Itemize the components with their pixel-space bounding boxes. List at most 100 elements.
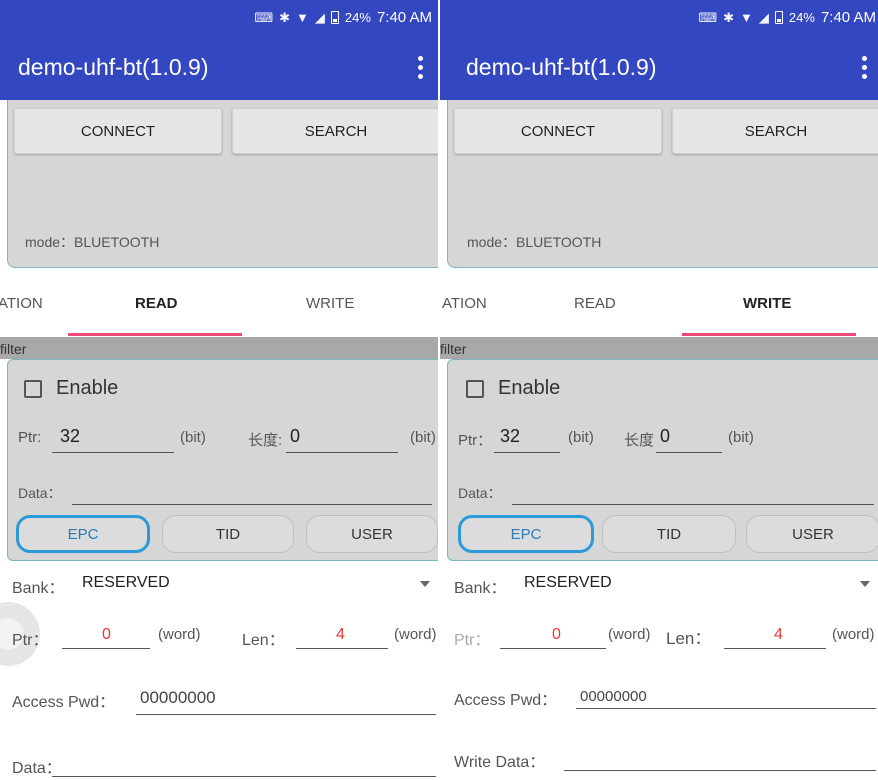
filter-data-input[interactable] — [512, 504, 874, 505]
access-pwd-underline — [576, 708, 876, 709]
overflow-menu-icon[interactable] — [410, 52, 430, 82]
bank-spinner[interactable]: Bank： RESERVED — [0, 565, 440, 603]
write-data-input[interactable] — [564, 770, 876, 771]
filter-data-label: Data： — [18, 485, 62, 501]
enable-checkbox[interactable] — [466, 380, 484, 398]
tab-write[interactable]: WRITE — [743, 295, 791, 312]
write-len-unit: (word) — [832, 626, 875, 643]
bank-tid-button[interactable]: TID — [162, 515, 294, 553]
tab-read[interactable]: READ — [574, 295, 616, 312]
filter-ptr-input[interactable]: 32 — [500, 426, 520, 447]
dropdown-arrow-icon — [420, 581, 430, 587]
signal-icon: ◢ — [758, 9, 769, 25]
tab-indicator — [682, 333, 856, 336]
filter-len-label: 长度: — [248, 432, 283, 449]
filter-len-unit: (bit) — [410, 429, 436, 446]
write-len-label: Len： — [666, 629, 712, 648]
wifi-icon: ▼ — [740, 10, 753, 25]
battery-percent: 24% — [344, 10, 371, 25]
bank-epc-button[interactable]: EPC — [16, 515, 150, 553]
read-ptr-underline — [62, 648, 150, 649]
access-pwd-label: Access Pwd： — [454, 692, 558, 709]
tab-operation[interactable]: ATION — [442, 295, 487, 312]
overflow-menu-icon[interactable] — [854, 52, 874, 82]
wifi-icon: ▼ — [296, 10, 309, 25]
filter-data-label: Data： — [458, 485, 502, 501]
filter-len-underline — [286, 452, 398, 453]
enable-label: Enable — [498, 377, 561, 399]
app-title: demo-uhf-bt(1.0.9) — [18, 54, 209, 80]
mode-text: mode：BLUETOOTH — [25, 234, 160, 250]
tab-bar: ATION READ WRITE — [0, 270, 440, 336]
write-ptr-label: Ptr： — [454, 632, 491, 649]
filter-ptr-unit: (bit) — [180, 429, 206, 446]
bluetooth-icon: ✱ — [279, 9, 291, 25]
mode-text: mode：BLUETOOTH — [467, 234, 602, 250]
write-ptr-input[interactable]: 0 — [552, 626, 561, 644]
bluetooth-icon: ✱ — [723, 9, 735, 25]
filter-panel: Enable Ptr: 32 (bit) 长度: 0 (bit) Data： E… — [7, 359, 440, 561]
filter-header: filter — [0, 337, 440, 359]
bank-epc-button[interactable]: EPC — [458, 515, 594, 553]
read-screen: ⌨ ✱ ▼ ◢ 24% 7:40 AM demo-uhf-bt(1.0.9) C… — [0, 0, 440, 780]
tab-indicator — [68, 333, 242, 336]
write-ptr-underline — [500, 648, 606, 649]
app-bar: demo-uhf-bt(1.0.9) — [0, 36, 440, 100]
read-len-label: Len： — [242, 632, 285, 649]
access-pwd-underline — [136, 714, 436, 715]
filter-label: filter — [0, 341, 27, 357]
read-len-unit: (word) — [394, 626, 437, 643]
write-len-input[interactable]: 4 — [774, 626, 783, 644]
enable-checkbox[interactable] — [24, 380, 42, 398]
read-len-input[interactable]: 4 — [336, 626, 345, 644]
read-len-underline — [296, 648, 388, 649]
filter-ptr-underline — [494, 452, 560, 453]
status-bar: ⌨ ✱ ▼ ◢ 24% 7:40 AM — [440, 0, 878, 36]
read-ptr-unit: (word) — [158, 626, 201, 643]
write-data-label: Write Data： — [454, 754, 546, 771]
bank-value: RESERVED — [82, 574, 170, 591]
tab-operation[interactable]: ATION — [0, 295, 43, 312]
bank-label: Bank： — [454, 580, 507, 597]
keyboard-icon: ⌨ — [698, 9, 718, 25]
write-screen: ⌨ ✱ ▼ ◢ 24% 7:40 AM demo-uhf-bt(1.0.9) C… — [440, 0, 878, 780]
filter-len-underline — [656, 452, 722, 453]
search-button[interactable]: SEARCH — [232, 108, 440, 154]
connection-panel: CONNECT SEARCH mode：BLUETOOTH — [447, 100, 878, 268]
search-button[interactable]: SEARCH — [672, 108, 878, 154]
filter-len-label: 长度 — [624, 432, 655, 449]
clock: 7:40 AM — [376, 9, 432, 26]
filter-ptr-label: Ptr: — [18, 429, 42, 446]
connect-button[interactable]: CONNECT — [454, 108, 662, 154]
bank-spinner[interactable]: Bank： RESERVED — [440, 565, 878, 603]
tab-write[interactable]: WRITE — [306, 295, 354, 312]
write-len-underline — [724, 648, 826, 649]
filter-len-input[interactable]: 0 — [290, 426, 300, 447]
app-title: demo-uhf-bt(1.0.9) — [466, 54, 657, 80]
read-data-input[interactable] — [52, 776, 436, 777]
bank-user-button[interactable]: USER — [306, 515, 438, 553]
filter-ptr-input[interactable]: 32 — [60, 426, 80, 447]
read-ptr-input[interactable]: 0 — [102, 626, 111, 644]
filter-data-input[interactable] — [72, 504, 432, 505]
tab-read[interactable]: READ — [135, 295, 178, 312]
filter-header: filter — [440, 337, 878, 359]
battery-icon — [774, 11, 783, 24]
filter-len-unit: (bit) — [728, 429, 754, 446]
filter-len-input[interactable]: 0 — [660, 426, 670, 447]
screen-divider — [438, 0, 440, 780]
connect-button[interactable]: CONNECT — [14, 108, 222, 154]
access-pwd-input[interactable]: 00000000 — [580, 688, 647, 705]
read-ptr-label: Ptr： — [12, 632, 49, 649]
filter-ptr-unit: (bit) — [568, 429, 594, 446]
read-data-label: Data： — [12, 760, 62, 777]
bank-value: RESERVED — [524, 574, 612, 591]
status-bar: ⌨ ✱ ▼ ◢ 24% 7:40 AM — [0, 0, 440, 36]
bank-user-button[interactable]: USER — [746, 515, 878, 553]
filter-panel: Enable Ptr： 32 (bit) 长度 0 (bit) Data： EP… — [447, 359, 878, 561]
access-pwd-label: Access Pwd： — [12, 694, 116, 711]
filter-label: filter — [440, 341, 467, 357]
access-pwd-input[interactable]: 00000000 — [140, 688, 216, 708]
clock: 7:40 AM — [820, 9, 876, 26]
bank-tid-button[interactable]: TID — [602, 515, 736, 553]
